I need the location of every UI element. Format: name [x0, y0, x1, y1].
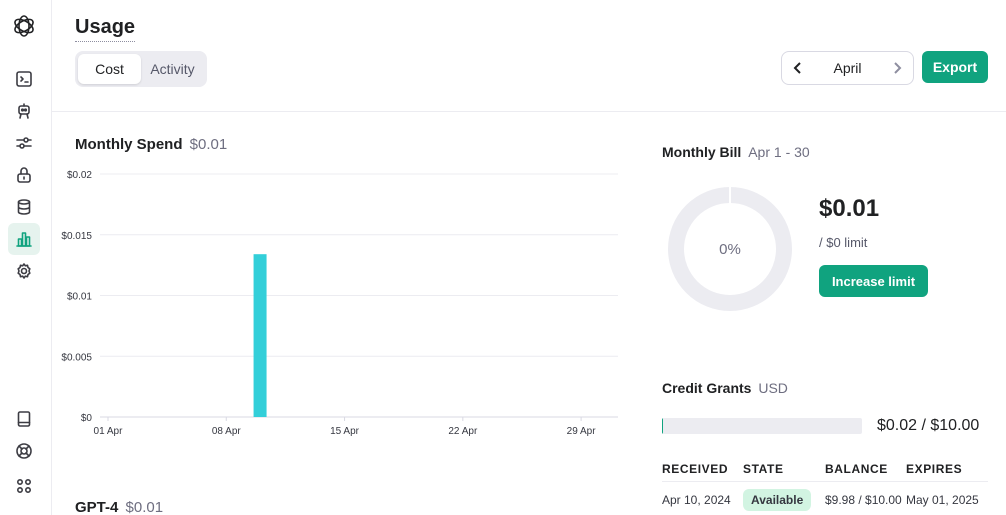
y-tick-label: $0.01	[67, 292, 92, 303]
x-tick-label: 29 Apr	[567, 426, 597, 437]
col-received: RECEIVED	[662, 461, 729, 476]
cell-state: Available	[743, 489, 825, 511]
month-label: April	[833, 60, 862, 76]
credit-grants-unit: USD	[758, 380, 788, 396]
lock-icon[interactable]	[8, 159, 40, 191]
col-state: STATE	[743, 461, 784, 476]
bill-limit: / $0 limit	[819, 235, 868, 250]
lifebuoy-icon[interactable]	[8, 435, 40, 467]
header-divider	[52, 111, 1006, 112]
cell-balance: $9.98 / $10.00	[825, 493, 902, 507]
x-tick-label: 01 Apr	[94, 426, 124, 437]
chevron-left-icon[interactable]	[782, 52, 814, 84]
donut-percent: 0%	[719, 241, 741, 258]
y-tick-label: $0	[81, 413, 93, 424]
tab-cost[interactable]: Cost	[78, 54, 141, 84]
monthly-spend-title: Monthly Spend $0.01	[75, 136, 227, 153]
chevron-right-icon[interactable]	[881, 52, 913, 84]
monthly-bill-range: Apr 1 - 30	[748, 144, 810, 160]
sidebar	[0, 0, 52, 515]
export-button[interactable]: Export	[922, 51, 988, 83]
bill-donut-chart: 0%	[668, 187, 792, 311]
database-icon[interactable]	[8, 191, 40, 223]
apps-grid-icon[interactable]	[8, 470, 40, 502]
gpt4-section-title: GPT-4 $0.01	[75, 499, 163, 515]
monthly-spend-amount: $0.01	[189, 136, 228, 153]
robot-icon[interactable]	[8, 95, 40, 127]
credit-grants-progress	[662, 418, 862, 434]
credit-grants-title: Credit Grants USD	[662, 380, 788, 396]
page-title: Usage	[75, 16, 136, 42]
table-header: RECEIVED STATE BALANCE EXPIRES	[662, 456, 988, 482]
openai-logo-icon[interactable]	[10, 12, 38, 40]
month-navigator: April	[781, 51, 914, 85]
x-tick-label: 08 Apr	[212, 426, 242, 437]
x-tick-label: 15 Apr	[330, 426, 360, 437]
gpt4-amount: $0.01	[125, 499, 164, 515]
gpt4-label: GPT-4	[75, 499, 119, 515]
status-badge: Available	[743, 489, 812, 511]
gear-icon[interactable]	[8, 255, 40, 287]
y-tick-label: $0.005	[61, 352, 92, 363]
tab-activity[interactable]: Activity	[141, 54, 204, 84]
bill-amount: $0.01	[819, 195, 880, 222]
credit-grants-value: $0.02 / $10.00	[877, 417, 980, 434]
monthly-bill-label: Monthly Bill	[662, 144, 742, 160]
y-tick-label: $0.02	[67, 170, 92, 181]
col-expires: EXPIRES	[906, 461, 963, 476]
bar-chart-icon[interactable]	[8, 223, 40, 255]
cell-received: Apr 10, 2024	[662, 493, 731, 507]
sliders-icon[interactable]	[8, 127, 40, 159]
chart-bar	[253, 254, 267, 417]
table-row: Apr 10, 2024 Available $9.98 / $10.00 Ma…	[662, 482, 988, 515]
x-tick-label: 22 Apr	[448, 426, 478, 437]
monthly-spend-label: Monthly Spend	[75, 136, 183, 153]
book-icon[interactable]	[8, 403, 40, 435]
col-balance: BALANCE	[825, 461, 888, 476]
view-toggle: Cost Activity	[75, 51, 207, 87]
increase-limit-button[interactable]: Increase limit	[819, 265, 928, 297]
cell-expires: May 01, 2025	[906, 493, 979, 507]
monthly-spend-chart: $0 $0.005 $0.01 $0.015 $0.02 01 Apr 08 Apr 15 A…	[61, 170, 618, 437]
y-tick-label: $0.015	[61, 231, 92, 242]
credit-grants-label: Credit Grants	[662, 380, 752, 396]
credit-grants-table: RECEIVED STATE BALANCE EXPIRES Apr 10, 2…	[662, 456, 988, 515]
terminal-icon[interactable]	[8, 63, 40, 95]
monthly-bill-title: Monthly Bill Apr 1 - 30	[662, 144, 810, 160]
credit-grants-progress-fill	[662, 418, 663, 434]
